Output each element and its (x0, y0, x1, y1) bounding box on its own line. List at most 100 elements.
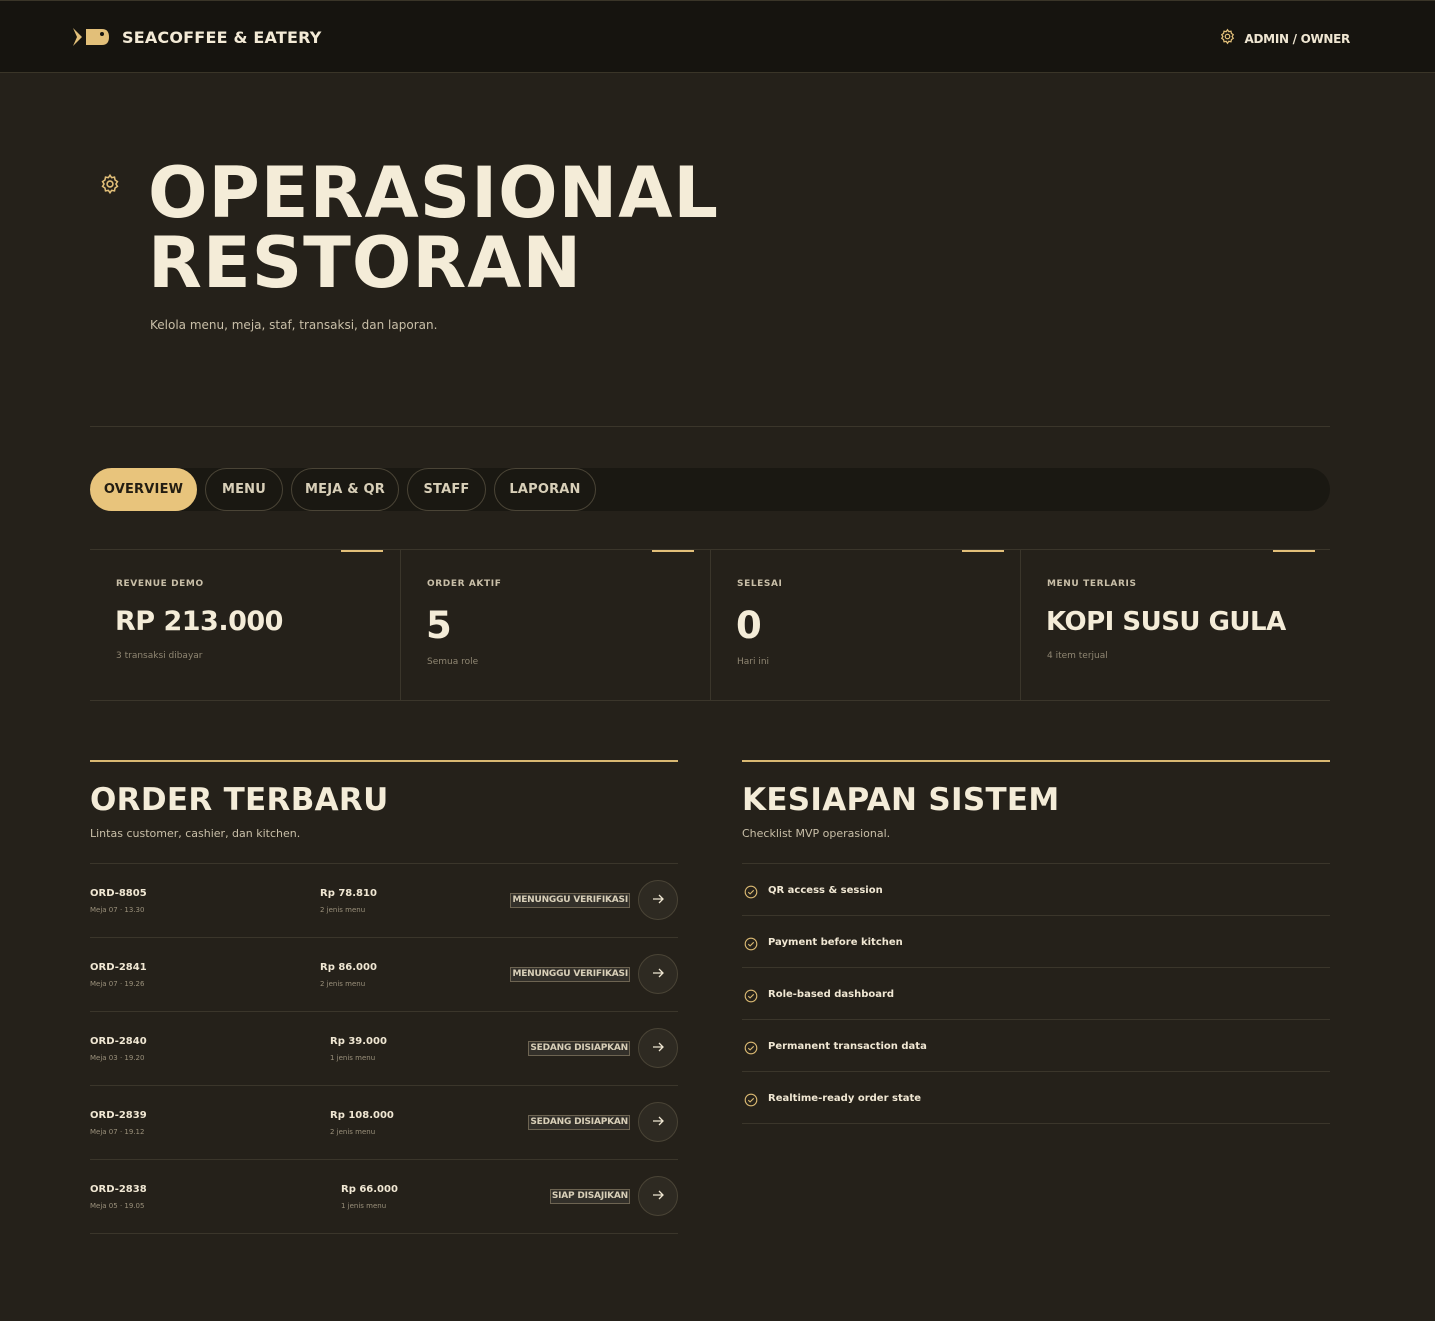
order-id: ORD-2838 (90, 1184, 147, 1195)
page-title-line1: OPERASIONAL (148, 152, 720, 234)
stat-card-revenue: REVENUE DEMO RP 213.000 3 transaksi diba… (90, 550, 400, 701)
order-amount: Rp 86.000 (320, 962, 377, 973)
stat-value: 5 (426, 604, 452, 647)
check-circle-icon (744, 884, 758, 899)
check-circle-icon (744, 988, 758, 1003)
order-amount: Rp 39.000 (330, 1036, 387, 1047)
tab-laporan[interactable]: LAPORAN (494, 468, 596, 511)
checklist-label: Permanent transaction data (768, 1041, 927, 1052)
open-order-button[interactable] (638, 1176, 678, 1216)
arrow-right-icon (652, 1189, 664, 1204)
order-meta: Meja 07 · 19.26 (90, 980, 145, 988)
list-end-divider (742, 1123, 1330, 1124)
stats-row: REVENUE DEMO RP 213.000 3 transaksi diba… (90, 549, 1330, 701)
order-items: 2 jenis menu (320, 980, 366, 988)
arrow-right-icon (652, 1115, 664, 1130)
order-row[interactable]: ORD-2839 Meja 07 · 19.12 Rp 108.000 2 je… (90, 1085, 678, 1159)
open-order-button[interactable] (638, 1102, 678, 1142)
order-items: 1 jenis menu (341, 1202, 387, 1210)
stat-accent (341, 550, 383, 552)
stat-card-best-seller: MENU TERLARIS KOPI SUSU GULA 4 item terj… (1020, 550, 1330, 701)
stat-accent (1273, 550, 1315, 552)
tab-bar: OVERVIEW MENU MEJA & QR STAFF LAPORAN (90, 468, 1330, 511)
panel-rule (90, 760, 678, 762)
brand[interactable]: SEACOFFEE & EATERY (72, 25, 322, 49)
open-order-button[interactable] (638, 954, 678, 994)
panel-subtitle: Lintas customer, cashier, dan kitchen. (90, 827, 301, 840)
order-id: ORD-2839 (90, 1110, 147, 1121)
order-row[interactable]: ORD-2840 Meja 03 · 19.20 Rp 39.000 1 jen… (90, 1011, 678, 1085)
checklist-item: Payment before kitchen (742, 915, 1330, 967)
arrow-right-icon (652, 1041, 664, 1056)
checklist-label: Payment before kitchen (768, 937, 903, 948)
order-row[interactable]: ORD-2841 Meja 07 · 19.26 Rp 86.000 2 jen… (90, 937, 678, 1011)
check-circle-icon (744, 1092, 758, 1107)
stat-note: 4 item terjual (1047, 651, 1108, 661)
check-circle-icon (744, 1040, 758, 1055)
tab-overview[interactable]: OVERVIEW (90, 468, 197, 511)
stat-note: 3 transaksi dibayar (116, 651, 203, 661)
hero-divider (90, 426, 1330, 427)
page-title-line2: RESTORAN (148, 222, 583, 304)
order-id: ORD-8805 (90, 888, 147, 899)
checklist-label: Realtime-ready order state (768, 1093, 922, 1104)
page-title: OPERASIONAL RESTORAN (148, 158, 848, 298)
status-badge: SIAP DISAJIKAN (549, 1189, 630, 1204)
fish-logo-icon (72, 25, 110, 49)
list-end-divider (90, 1233, 678, 1234)
checklist-item: Role-based dashboard (742, 967, 1330, 1019)
order-row[interactable]: ORD-8805 Meja 07 · 13.30 Rp 78.810 2 jen… (90, 863, 678, 937)
checklist-label: Role-based dashboard (768, 989, 895, 1000)
checklist-item: Permanent transaction data (742, 1019, 1330, 1071)
order-meta: Meja 05 · 19.05 (90, 1202, 145, 1210)
stat-card-completed: SELESAI 0 Hari ini (710, 550, 1020, 701)
tab-staff[interactable]: STAFF (407, 468, 486, 511)
stat-value: 0 (736, 604, 762, 647)
status-badge: SEDANG DISIAPKAN (528, 1115, 630, 1130)
stat-label: MENU TERLARIS (1047, 579, 1137, 589)
open-order-button[interactable] (638, 880, 678, 920)
checklist-label: QR access & session (768, 885, 883, 896)
order-meta: Meja 07 · 19.12 (90, 1128, 145, 1136)
order-items: 2 jenis menu (320, 906, 366, 914)
stat-accent (652, 550, 694, 552)
order-amount: Rp 66.000 (341, 1184, 398, 1195)
order-amount: Rp 108.000 (330, 1110, 394, 1121)
check-circle-icon (744, 936, 758, 951)
order-items: 1 jenis menu (330, 1054, 376, 1062)
stat-value: RP 213.000 (115, 606, 283, 637)
status-badge: MENUNGGU VERIFIKASI (510, 893, 630, 908)
checklist-item: Realtime-ready order state (742, 1071, 1330, 1123)
panel-title: KESIAPAN SISTEM (742, 782, 1060, 818)
stat-note: Semua role (427, 657, 479, 667)
order-row[interactable]: ORD-2838 Meja 05 · 19.05 Rp 66.000 1 jen… (90, 1159, 678, 1233)
gear-icon (99, 173, 121, 195)
role-menu[interactable]: ADMIN / OWNER (1219, 28, 1350, 49)
stat-card-active-orders: ORDER AKTIF 5 Semua role (400, 550, 710, 701)
order-meta: Meja 07 · 13.30 (90, 906, 145, 914)
open-order-button[interactable] (638, 1028, 678, 1068)
role-label: ADMIN / OWNER (1244, 31, 1351, 46)
stat-value: KOPI SUSU GULA (1046, 607, 1286, 637)
tab-menu[interactable]: MENU (205, 468, 283, 511)
arrow-right-icon (652, 893, 664, 908)
page-subtitle: Kelola menu, meja, staf, transaksi, dan … (150, 318, 438, 332)
stat-label: SELESAI (737, 579, 783, 589)
order-id: ORD-2840 (90, 1036, 147, 1047)
order-amount: Rp 78.810 (320, 888, 377, 899)
order-items: 2 jenis menu (330, 1128, 376, 1136)
checklist-item: QR access & session (742, 863, 1330, 915)
status-badge: MENUNGGU VERIFIKASI (510, 967, 630, 982)
tab-meja-qr[interactable]: MEJA & QR (291, 468, 399, 511)
gear-icon (1219, 28, 1236, 49)
status-badge: SEDANG DISIAPKAN (528, 1041, 630, 1056)
panel-title: ORDER TERBARU (90, 782, 389, 818)
stat-label: ORDER AKTIF (427, 579, 502, 589)
stat-note: Hari ini (737, 657, 770, 667)
panel-rule (742, 760, 1330, 762)
stat-label: REVENUE DEMO (116, 579, 204, 589)
panel-subtitle: Checklist MVP operasional. (742, 827, 891, 840)
order-meta: Meja 03 · 19.20 (90, 1054, 145, 1062)
arrow-right-icon (652, 967, 664, 982)
brand-name: SEACOFFEE & EATERY (122, 27, 322, 47)
